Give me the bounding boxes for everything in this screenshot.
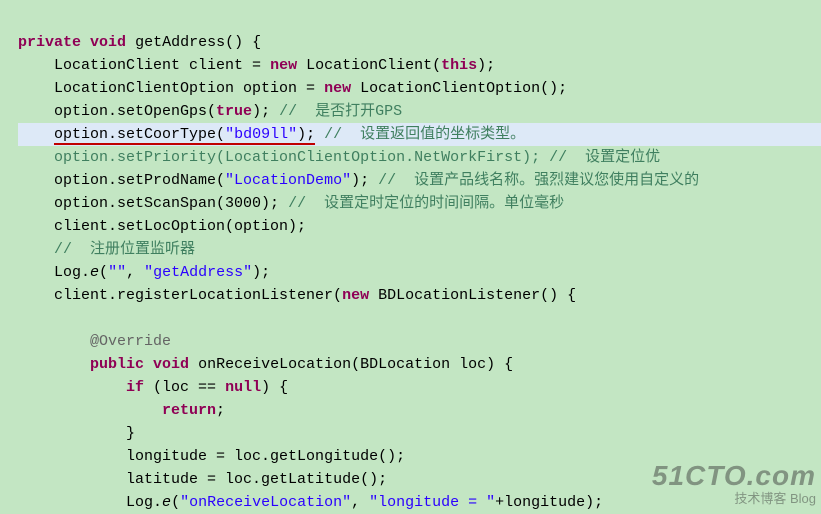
comment-text: 设置返回值的坐标类型。 (351, 126, 525, 143)
line: public void onReceiveLocation(BDLocation… (18, 356, 513, 373)
text: , (351, 494, 369, 511)
string-literal: "onReceiveLocation" (180, 494, 351, 511)
text: Log. (126, 494, 162, 511)
text: ); (252, 264, 270, 281)
line: return; (18, 402, 225, 419)
comment-slash: // (54, 241, 81, 258)
blank-line (18, 310, 27, 327)
kw-null: null (225, 379, 261, 396)
kw-public: public (90, 356, 144, 373)
line: // 注册位置监听器 (18, 241, 195, 258)
text: option.setPriority(LocationClientOption.… (54, 149, 540, 166)
line: longitude = loc.getLongitude(); (18, 448, 405, 465)
text: } (126, 425, 135, 442)
line: private void getAddress() { (18, 34, 261, 51)
kw-void: void (90, 34, 126, 51)
annotation-override: @Override (90, 333, 171, 350)
kw-true: true (216, 103, 252, 120)
text: client.registerLocationListener( (54, 287, 342, 304)
text: ( (171, 494, 180, 511)
comment-slash: // (540, 149, 576, 166)
text: option.setProdName( (54, 172, 225, 189)
line: latitude = loc.getLatitude(); (18, 471, 387, 488)
line: LocationClient client = new LocationClie… (18, 57, 495, 74)
line: Log.e("onReceiveLocation", "longitude = … (18, 494, 603, 511)
text: option.setScanSpan(3000); (54, 195, 279, 212)
comment-slash: // (279, 195, 315, 212)
line: client.setLocOption(option); (18, 218, 306, 235)
kw-void: void (153, 356, 189, 373)
comment-text: 设置定位优 (576, 149, 660, 166)
highlighted-line: option.setCoorType("bd09ll"); // 设置返回值的坐… (18, 123, 821, 146)
line: option.setOpenGps(true); // 是否打开GPS (18, 103, 402, 120)
text: client.setLocOption(option); (54, 218, 306, 235)
kw-private: private (18, 34, 81, 51)
string-literal: "LocationDemo" (225, 172, 351, 189)
comment-text: 设置定时定位的时间间隔。单位毫秒 (315, 195, 564, 212)
text: LocationClientOption(); (351, 80, 567, 97)
line: LocationClientOption option = new Locati… (18, 80, 567, 97)
text: LocationClientOption option = (54, 80, 324, 97)
text: +longitude); (495, 494, 603, 511)
line: client.registerLocationListener(new BDLo… (18, 287, 576, 304)
comment-text: 注册位置监听器 (81, 241, 195, 258)
text: LocationClient client = (54, 57, 270, 74)
text: ); (252, 103, 270, 120)
text: ); (477, 57, 495, 74)
method-e: e (162, 494, 171, 511)
line: option.setProdName("LocationDemo"); // 设… (18, 172, 699, 189)
method-e: e (90, 264, 99, 281)
underline-span: option.setCoorType("bd09ll"); (54, 126, 315, 145)
text: longitude = loc.getLongitude(); (126, 448, 405, 465)
comment-slash: // (369, 172, 405, 189)
kw-new: new (342, 287, 369, 304)
string-literal: "" (108, 264, 126, 281)
text: ); (297, 126, 315, 143)
text: option (54, 126, 108, 143)
text: () { (225, 34, 261, 51)
kw-if: if (126, 379, 144, 396)
line: if (loc == null) { (18, 379, 288, 396)
kw-new: new (324, 80, 351, 97)
text: ( (99, 264, 108, 281)
kw-new: new (270, 57, 297, 74)
string-literal: "bd09ll" (225, 126, 297, 143)
line: option.setScanSpan(3000); // 设置定时定位的时间间隔… (18, 195, 564, 212)
comment-text: 设置产品线名称。强烈建议您使用自定义的 (405, 172, 699, 189)
text: LocationClient( (297, 57, 441, 74)
kw-this: this (441, 57, 477, 74)
string-literal: "longitude = " (369, 494, 495, 511)
kw-return: return (162, 402, 216, 419)
comment-slash: // (270, 103, 306, 120)
text: (loc == (144, 379, 225, 396)
text: .setCoorType( (108, 126, 225, 143)
string-literal: "getAddress" (144, 264, 252, 281)
line: option.setPriority(LocationClientOption.… (18, 149, 660, 166)
line: } (18, 425, 135, 442)
text: latitude = loc.getLatitude(); (126, 471, 387, 488)
text: ); (351, 172, 369, 189)
text: , (126, 264, 144, 281)
comment-text: 是否打开GPS (306, 103, 402, 120)
line: Log.e("", "getAddress"); (18, 264, 270, 281)
line: @Override (18, 333, 171, 350)
text: BDLocationListener() { (369, 287, 576, 304)
text: option.setOpenGps( (54, 103, 216, 120)
text: Log. (54, 264, 90, 281)
text: ; (216, 402, 225, 419)
text: onReceiveLocation(BDLocation loc) { (189, 356, 513, 373)
text: ) { (261, 379, 288, 396)
code-block: private void getAddress() { LocationClie… (0, 0, 821, 514)
comment-slash: // (315, 126, 351, 143)
method-name: getAddress (135, 34, 225, 51)
